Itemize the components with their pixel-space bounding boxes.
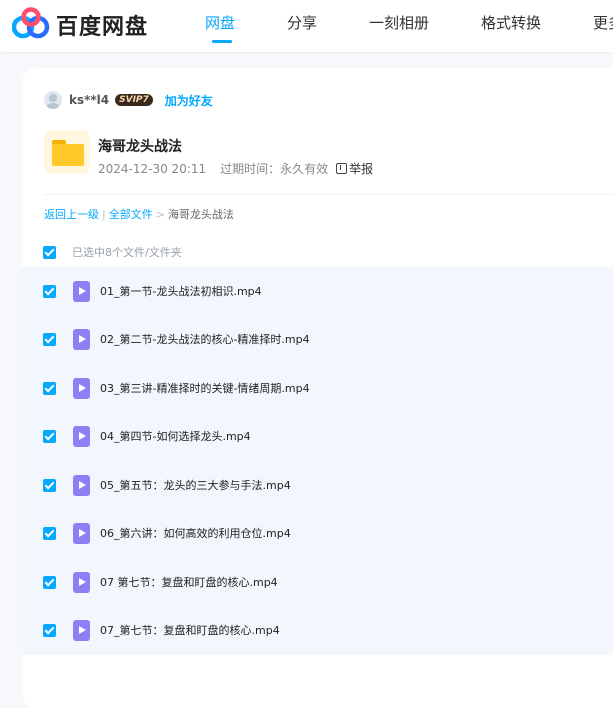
file-checkbox[interactable] [43, 623, 56, 637]
nav-share[interactable]: 分享 [287, 12, 317, 33]
file-name[interactable]: 07 第七节：复盘和盯盘的核心.mp4 [100, 574, 278, 590]
video-file-icon [73, 425, 90, 447]
file-name[interactable]: 06_第六讲：如何高效的利用仓位.mp4 [100, 525, 291, 541]
file-checkbox[interactable] [43, 284, 56, 298]
video-file-icon [73, 619, 90, 641]
file-name[interactable]: 01_第一节-龙头战法初相识.mp4 [100, 283, 262, 299]
file-checkbox[interactable] [43, 381, 56, 395]
current-folder: 海哥龙头战法 [167, 208, 234, 221]
breadcrumb-arrow: > [155, 207, 165, 221]
file-name[interactable]: 05_第五节：龙头的三大参与手法.mp4 [100, 477, 291, 493]
list-item[interactable]: 06_第六讲：如何高效的利用仓位.mp4 [22, 509, 613, 557]
file-checkbox[interactable] [43, 478, 56, 492]
share-owner: ks**l4 SVIP7 加为好友 [44, 90, 213, 110]
report-button[interactable]: 举报 [336, 160, 373, 177]
file-name[interactable]: 07_第七节：复盘和盯盘的核心.mp4 [100, 622, 280, 638]
list-item[interactable]: 03_第三讲-精准择时的关键-情绪周期.mp4 [22, 364, 613, 412]
share-title: 海哥龙头战法 [98, 139, 182, 155]
add-friend-button[interactable]: 加为好友 [165, 92, 213, 109]
select-all-row: 已选中8个文件/文件夹 [43, 244, 182, 260]
video-file-icon [73, 377, 90, 399]
share-meta: 2024-12-30 20:11 过期时间：永久有效 举报 [98, 160, 373, 177]
divider [44, 194, 613, 195]
cloud-logo-icon [12, 7, 50, 39]
top-navigation-bar: 百度网盘 网盘 分享 一刻相册 格式转换 更多 [0, 0, 613, 52]
file-name[interactable]: 02_第二节-龙头战法的核心-精准择时.mp4 [100, 331, 310, 347]
file-list: 01_第一节-龙头战法初相识.mp4 02_第二节-龙头战法的核心-精准择时.m… [22, 267, 613, 655]
breadcrumb-separator: | [102, 207, 106, 221]
expire-info: 过期时间：永久有效 [220, 162, 329, 176]
logo-text: 百度网盘 [56, 15, 149, 40]
list-item[interactable]: 04_第四节-如何选择龙头.mp4 [22, 412, 613, 460]
nav-format-convert[interactable]: 格式转换 [481, 12, 541, 33]
all-files-link[interactable]: 全部文件 [109, 206, 153, 222]
owner-username[interactable]: ks**l4 [69, 93, 109, 107]
file-checkbox[interactable] [43, 429, 56, 443]
list-item[interactable]: 05_第五节：龙头的三大参与手法.mp4 [22, 461, 613, 509]
list-item[interactable]: 01_第一节-龙头战法初相识.mp4 [22, 267, 613, 315]
nav-moment-album[interactable]: 一刻相册 [369, 12, 429, 33]
back-link[interactable]: 返回上一级 [44, 206, 99, 222]
video-file-icon [73, 474, 90, 496]
breadcrumb: 返回上一级 | 全部文件 > 海哥龙头战法 [44, 206, 234, 222]
video-file-icon [73, 522, 90, 544]
file-checkbox[interactable] [43, 332, 56, 346]
report-icon [336, 163, 348, 174]
video-file-icon [73, 571, 90, 593]
file-checkbox[interactable] [43, 526, 56, 540]
share-card: ks**l4 SVIP7 加为好友 海哥龙头战法 2024-12-30 20:1… [22, 68, 613, 708]
file-name[interactable]: 04_第四节-如何选择龙头.mp4 [100, 428, 251, 444]
folder-icon [44, 130, 90, 174]
file-checkbox[interactable] [43, 575, 56, 589]
file-name[interactable]: 03_第三讲-精准择时的关键-情绪周期.mp4 [100, 380, 310, 396]
nav-more[interactable]: 更多 [593, 12, 613, 33]
select-all-checkbox[interactable] [43, 245, 56, 259]
list-item[interactable]: 07 第七节：复盘和盯盘的核心.mp4 [22, 558, 613, 606]
list-item[interactable]: 02_第二节-龙头战法的核心-精准择时.mp4 [22, 315, 613, 363]
video-file-icon [73, 328, 90, 350]
list-item[interactable]: 07_第七节：复盘和盯盘的核心.mp4 [22, 606, 613, 654]
report-label: 举报 [349, 162, 374, 176]
baidu-netdisk-logo[interactable]: 百度网盘 [12, 7, 172, 41]
video-file-icon [73, 280, 90, 302]
share-date: 2024-12-30 20:11 [98, 161, 207, 176]
nav-netdisk[interactable]: 网盘 [205, 12, 235, 33]
avatar[interactable] [44, 91, 62, 109]
active-nav-indicator [212, 40, 232, 43]
svip-badge: SVIP7 [115, 94, 153, 106]
selection-count: 已选中8个文件/文件夹 [72, 246, 182, 259]
